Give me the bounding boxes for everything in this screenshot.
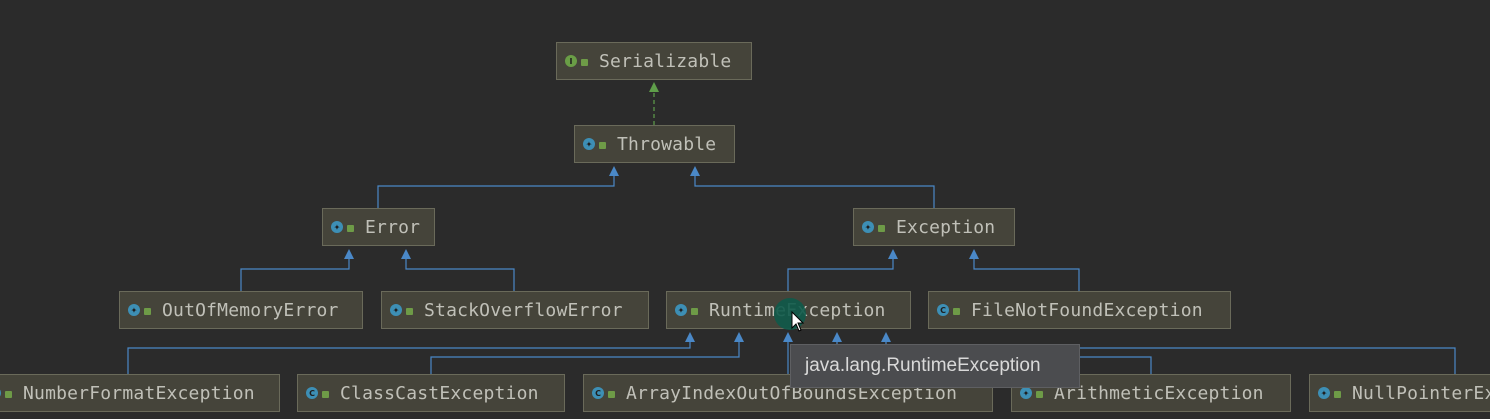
node-throwable[interactable]: ✦ Throwable: [574, 125, 735, 163]
edge-error-throwable: [377, 166, 619, 208]
edge-outofmemoryerror-error: [240, 249, 354, 291]
class-icon: ✦: [128, 304, 140, 316]
edge-classcastexception-runtimeexception: [430, 332, 744, 374]
public-access-icon: [878, 224, 885, 232]
class-icon: ✦: [1318, 387, 1330, 399]
public-access-icon: [5, 390, 12, 398]
node-serializable[interactable]: I Serializable: [556, 42, 752, 80]
node-error[interactable]: ✦ Error: [322, 208, 435, 246]
public-access-icon: [406, 307, 413, 315]
node-label: Error: [365, 216, 421, 238]
public-access-icon: [581, 58, 588, 66]
public-access-icon: [953, 307, 960, 315]
node-label: ClassCastException: [340, 382, 539, 404]
edge-filenotfoundexception-exception: [969, 249, 1080, 291]
class-icon: C: [306, 387, 318, 399]
node-label: StackOverflowError: [424, 299, 623, 321]
public-access-icon: [322, 390, 329, 398]
node-label: Throwable: [617, 133, 717, 155]
class-icon: ✦: [390, 304, 402, 316]
class-icon: C: [0, 387, 1, 399]
edge-throwable-serializable: [649, 82, 659, 125]
node-stackoverflowerror[interactable]: ✦ StackOverflowError: [381, 291, 649, 329]
node-label: ArithmeticException: [1054, 382, 1264, 404]
node-label: NullPointerException: [1352, 382, 1490, 404]
interface-icon: I: [565, 55, 577, 67]
class-icon: ✦: [1020, 387, 1032, 399]
public-access-icon: [347, 224, 354, 232]
mouse-pointer-icon: [791, 311, 805, 332]
node-label: Exception: [896, 216, 996, 238]
class-icon: C: [592, 387, 604, 399]
public-access-icon: [1036, 390, 1043, 398]
tooltip: java.lang.RuntimeException: [790, 344, 1080, 388]
node-label: OutOfMemoryError: [162, 299, 339, 321]
edge-exception-throwable: [690, 166, 935, 208]
node-label: NumberFormatException: [23, 382, 255, 404]
class-icon: C: [937, 304, 949, 316]
node-label: Serializable: [599, 50, 732, 72]
public-access-icon: [599, 141, 606, 149]
node-label: FileNotFoundException: [971, 299, 1203, 321]
public-access-icon: [1334, 390, 1341, 398]
public-access-icon: [144, 307, 151, 315]
node-classcastexception[interactable]: C ClassCastException: [297, 374, 565, 412]
public-access-icon: [691, 307, 698, 315]
tooltip-text: java.lang.RuntimeException: [805, 355, 1041, 376]
edge-stackoverflowerror-error: [401, 249, 515, 291]
public-access-icon: [608, 390, 615, 398]
edge-runtimeexception-exception: [787, 249, 898, 291]
class-icon: ✦: [331, 221, 343, 233]
class-icon: ✦: [675, 304, 687, 316]
node-outofmemoryerror[interactable]: ✦ OutOfMemoryError: [119, 291, 363, 329]
node-numberformatexception[interactable]: C NumberFormatException: [0, 374, 280, 412]
node-nullpointerexception[interactable]: ✦ NullPointerException: [1309, 374, 1490, 412]
node-filenotfoundexception[interactable]: C FileNotFoundException: [928, 291, 1231, 329]
class-icon: ✦: [862, 221, 874, 233]
edge-numberformatexception-runtimeexception: [127, 332, 695, 374]
class-icon: ✦: [583, 138, 595, 150]
hierarchy-diagram: I Serializable ✦ Throwable ✦ Error ✦ Exc…: [0, 0, 1490, 419]
node-exception[interactable]: ✦ Exception: [853, 208, 1015, 246]
